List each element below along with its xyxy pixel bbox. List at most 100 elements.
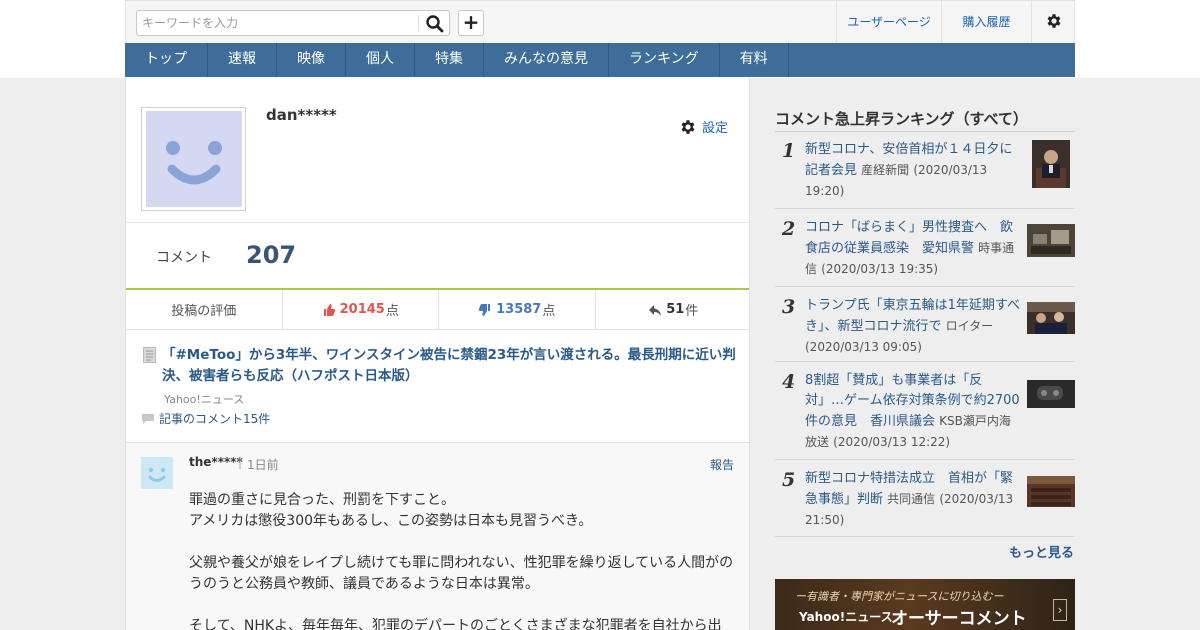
comment-body: 罪過の重さに見合った、刑罰を下すこと。 アメリカは懲役300年もあるし、この姿勢… xyxy=(189,490,739,630)
rank-number: 4 xyxy=(782,371,796,393)
rank-number: 5 xyxy=(782,469,796,491)
rank-number: 2 xyxy=(782,218,796,240)
banner-brand: Yahoo!ニュース xyxy=(799,610,893,624)
rank-text: 新型コロナ、安倍首相が１４日夕に記者会見 産経新聞 (2020/03/13 19… xyxy=(805,140,1020,202)
settings-gear-button[interactable] xyxy=(1031,1,1076,44)
profile-settings-link[interactable]: 設定 xyxy=(679,117,728,136)
likes-unit: 点 xyxy=(385,304,399,319)
nav-ranking[interactable]: ランキング xyxy=(609,43,720,77)
smiley-avatar-icon xyxy=(166,141,222,185)
comment-line: そして、NHKよ、毎年毎年、犯罪のデパートのごとくさまざまな犯罪者を自社から出 xyxy=(189,618,722,630)
comment-username[interactable]: the***** xyxy=(189,455,243,469)
divider xyxy=(126,222,749,223)
ranking-item[interactable]: 1 新型コロナ、安倍首相が１４日夕に記者会見 産経新聞 (2020/03/13 … xyxy=(775,132,1075,209)
header: + ユーザーページ 購入履歴 xyxy=(125,0,1076,44)
rank-thumbnail-image xyxy=(1027,302,1075,334)
gear-icon xyxy=(1047,14,1061,28)
dislikes-cell: 13587 点 xyxy=(439,290,596,329)
reply-icon xyxy=(649,304,662,316)
comment-timestamp: 1日前 xyxy=(247,458,279,472)
nav-opinions[interactable]: みんなの意見 xyxy=(484,43,609,77)
article-comments-label: 記事のコメント15件 xyxy=(159,412,271,426)
avatar xyxy=(146,111,242,207)
rank-thumbnail-image xyxy=(1032,140,1070,188)
user-page-link[interactable]: ユーザーページ xyxy=(836,1,941,44)
author-comment-banner[interactable]: ー有識者・専門家がニュースに切り込むー Yahoo!ニュース オーサーコメント … xyxy=(775,579,1075,630)
article-source: Yahoo!ニュース xyxy=(164,393,245,406)
report-link[interactable]: 報告 xyxy=(710,456,734,473)
nav-paid[interactable]: 有料 xyxy=(720,43,789,77)
rank-date: (2020/03/13 12:22) xyxy=(833,435,951,449)
comment-line: アメリカは懲役300年もあるし、この姿勢は日本も見習うべき。 xyxy=(189,513,593,529)
comment-line xyxy=(189,532,739,553)
rating-label-cell: 投稿の評価 xyxy=(126,290,283,329)
replies-unit: 件 xyxy=(685,304,699,319)
rank-number: 1 xyxy=(782,140,796,162)
comment-line: 罪過の重さに見合った、刑罰を下すこと。 xyxy=(189,492,455,508)
rank-source: ロイター xyxy=(945,319,994,333)
rank-date: (2020/03/13 09:05) xyxy=(805,340,922,354)
add-button[interactable]: + xyxy=(458,10,484,36)
comment-line: 父親や養父が娘をレイプし続けても罪に問われない、性犯罪を繰り返している人間がのう… xyxy=(189,555,734,592)
main-nav: トップ 速報 映像 個人 特集 みんなの意見 ランキング 有料 xyxy=(125,43,1075,77)
comment-line xyxy=(189,595,739,616)
ranking-item[interactable]: 5 新型コロナ特措法成立 首相が「緊急事態」判断 共同通信 (2020/03/1… xyxy=(775,461,1075,537)
comment-separator: | xyxy=(238,455,243,469)
rank-text: 新型コロナ特措法成立 首相が「緊急事態」判断 共同通信 (2020/03/13 … xyxy=(805,469,1020,531)
rank-date: (2020/03/13 19:35) xyxy=(821,262,939,276)
comment-count: 207 xyxy=(246,241,297,269)
document-icon xyxy=(143,347,156,363)
ranking-item[interactable]: 2 コロナ「ばらまく」男性捜査へ 飲食店の従業員感染 愛知県警 時事通信 (20… xyxy=(775,210,1075,287)
smiley-avatar-icon xyxy=(148,467,166,482)
avatar xyxy=(141,457,173,489)
ranking-title: コメント急上昇ランキング（すべて） xyxy=(775,110,1028,128)
comment-bubble-icon xyxy=(142,413,154,424)
rank-source: 産経新聞 xyxy=(861,163,910,177)
banner-title: オーサーコメント xyxy=(891,609,1027,629)
rank-text: 8割超「賛成」も事業者は「反対」…ゲーム依存対策条例で約2700件の意見 香川県… xyxy=(805,371,1020,453)
likes-count: 20145 xyxy=(339,302,385,317)
rank-source: 共同通信 xyxy=(887,492,936,506)
nav-video[interactable]: 映像 xyxy=(277,43,346,77)
comment-item: the***** | 1日前 報告 罪過の重さに見合った、刑罰を下すこと。 アメ… xyxy=(126,443,749,630)
rank-text: トランプ氏「東京五輪は1年延期すべき」、新型コロナ流行で ロイター (2020/… xyxy=(805,296,1020,358)
purchase-history-link[interactable]: 購入履歴 xyxy=(941,1,1031,44)
article-comments-link[interactable]: 記事のコメント15件 xyxy=(141,410,270,427)
rating-label: 投稿の評価 xyxy=(171,304,237,319)
settings-label: 設定 xyxy=(702,121,729,136)
rank-number: 3 xyxy=(782,296,796,318)
rank-thumbnail-image xyxy=(1027,380,1075,408)
chevron-right-icon[interactable]: › xyxy=(1053,599,1067,621)
comment-count-label: コメント xyxy=(156,250,212,266)
rank-text: コロナ「ばらまく」男性捜査へ 飲食店の従業員感染 愛知県警 時事通信 (2020… xyxy=(805,218,1020,280)
search-divider xyxy=(418,15,419,31)
gear-icon xyxy=(681,119,695,134)
thumbs-down-icon xyxy=(478,303,491,316)
replies-cell: 51 件 xyxy=(596,290,750,329)
main-column: dan***** 設定 コメント 207 投稿の評価 20145 点 13587… xyxy=(125,77,750,630)
search-box xyxy=(136,10,450,36)
nav-top[interactable]: トップ xyxy=(125,43,208,77)
banner-subtitle: ー有識者・専門家がニュースに切り込むー xyxy=(795,590,1004,603)
nav-feature[interactable]: 特集 xyxy=(415,43,484,77)
more-ranking-link[interactable]: もっと見る xyxy=(1009,542,1074,561)
rating-row: 投稿の評価 20145 点 13587 点 51 件 xyxy=(126,290,750,330)
article-card: 「#MeToo」から3年半、ワインスタイン被告に禁錮23年が言い渡される。最長刑… xyxy=(126,330,749,443)
search-button[interactable] xyxy=(423,12,447,34)
search-icon xyxy=(426,15,444,33)
nav-breaking[interactable]: 速報 xyxy=(208,43,277,77)
ranking-item[interactable]: 3 トランプ氏「東京五輪は1年延期すべき」、新型コロナ流行で ロイター (202… xyxy=(775,288,1075,362)
nav-personal[interactable]: 個人 xyxy=(346,43,415,77)
replies-count: 51 xyxy=(666,302,685,317)
search-input[interactable] xyxy=(137,11,417,35)
rank-thumbnail-image xyxy=(1027,476,1075,507)
thumbs-up-icon xyxy=(323,303,335,316)
profile-username: dan***** xyxy=(266,106,337,124)
likes-cell: 20145 点 xyxy=(283,290,439,329)
dislikes-count: 13587 xyxy=(496,302,542,317)
article-title-link[interactable]: 「#MeToo」から3年半、ワインスタイン被告に禁錮23年が言い渡される。最長刑… xyxy=(162,345,737,387)
ranking-item[interactable]: 4 8割超「賛成」も事業者は「反対」…ゲーム依存対策条例で約2700件の意見 香… xyxy=(775,363,1075,460)
profile-avatar xyxy=(141,107,246,211)
dislikes-unit: 点 xyxy=(542,304,556,319)
rank-thumbnail-image xyxy=(1027,224,1075,257)
